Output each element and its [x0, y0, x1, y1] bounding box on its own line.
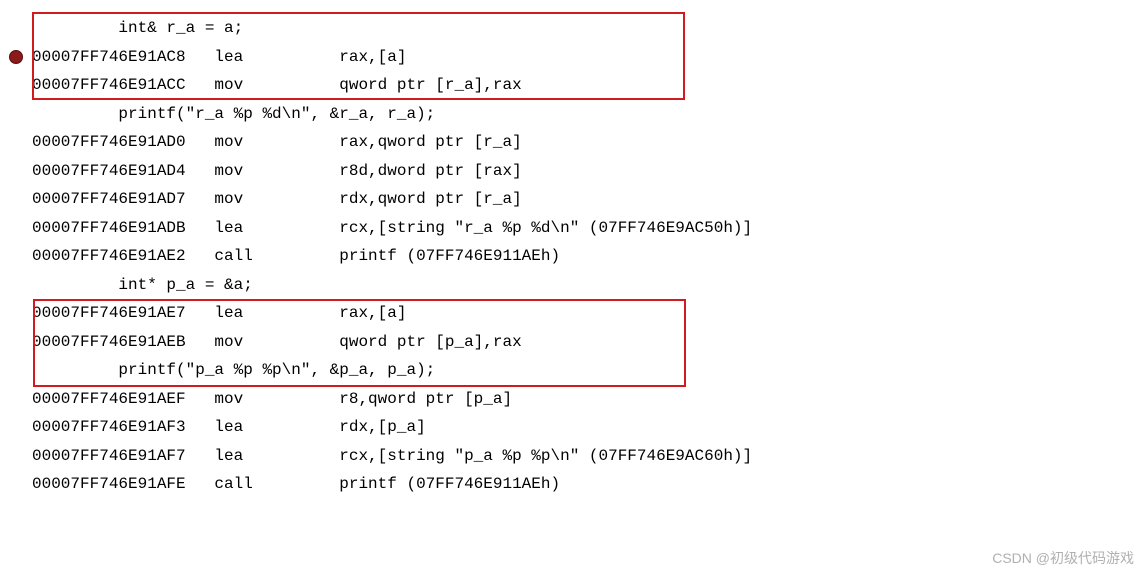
code-line: 00007FF746E91AE7 lea rax,[a] [0, 299, 1142, 328]
line-text: 00007FF746E91AF7 lea rcx,[string "p_a %p… [32, 447, 1142, 465]
line-text: printf("p_a %p %p\n", &p_a, p_a); [32, 361, 1142, 379]
code-line: 00007FF746E91AD7 mov rdx,qword ptr [r_a] [0, 185, 1142, 214]
line-text: 00007FF746E91AF3 lea rdx,[p_a] [32, 418, 1142, 436]
line-text: 00007FF746E91AEB mov qword ptr [p_a],rax [32, 333, 1142, 351]
code-line: 00007FF746E91AD4 mov r8d,dword ptr [rax] [0, 157, 1142, 186]
code-line: 00007FF746E91AF7 lea rcx,[string "p_a %p… [0, 442, 1142, 471]
code-line: printf("r_a %p %d\n", &r_a, r_a); [0, 100, 1142, 129]
code-line: int& r_a = a; [0, 14, 1142, 43]
code-line: 00007FF746E91AF3 lea rdx,[p_a] [0, 413, 1142, 442]
code-line: 00007FF746E91AEF mov r8,qword ptr [p_a] [0, 385, 1142, 414]
code-line: 00007FF746E91ADB lea rcx,[string "r_a %p… [0, 214, 1142, 243]
line-text: int& r_a = a; [32, 19, 1142, 37]
line-text: printf("r_a %p %d\n", &r_a, r_a); [32, 105, 1142, 123]
code-line: 00007FF746E91ACC mov qword ptr [r_a],rax [0, 71, 1142, 100]
gutter[interactable] [0, 50, 32, 64]
code-line: 00007FF746E91AFE call printf (07FF746E91… [0, 470, 1142, 499]
code-line [0, 0, 1142, 14]
line-text: 00007FF746E91ACC mov qword ptr [r_a],rax [32, 76, 1142, 94]
disassembly-view[interactable]: int& r_a = a; 00007FF746E91AC8 lea rax,[a… [0, 0, 1142, 499]
code-line: int* p_a = &a; [0, 271, 1142, 300]
code-line: printf("p_a %p %p\n", &p_a, p_a); [0, 356, 1142, 385]
code-line: 00007FF746E91AC8 lea rax,[a] [0, 43, 1142, 72]
line-text: 00007FF746E91AEF mov r8,qword ptr [p_a] [32, 390, 1142, 408]
line-text: 00007FF746E91AFE call printf (07FF746E91… [32, 475, 1142, 493]
code-line: 00007FF746E91AE2 call printf (07FF746E91… [0, 242, 1142, 271]
line-text: 00007FF746E91AE2 call printf (07FF746E91… [32, 247, 1142, 265]
code-line: 00007FF746E91AEB mov qword ptr [p_a],rax [0, 328, 1142, 357]
line-text: 00007FF746E91AD7 mov rdx,qword ptr [r_a] [32, 190, 1142, 208]
line-text: int* p_a = &a; [32, 276, 1142, 294]
line-text: 00007FF746E91AC8 lea rax,[a] [32, 48, 1142, 66]
code-line: 00007FF746E91AD0 mov rax,qword ptr [r_a] [0, 128, 1142, 157]
line-text: 00007FF746E91AE7 lea rax,[a] [32, 304, 1142, 322]
watermark: CSDN @初级代码游戏 [992, 548, 1134, 568]
line-text: 00007FF746E91AD4 mov r8d,dword ptr [rax] [32, 162, 1142, 180]
breakpoint-icon[interactable] [9, 50, 23, 64]
line-text: 00007FF746E91AD0 mov rax,qword ptr [r_a] [32, 133, 1142, 151]
line-text: 00007FF746E91ADB lea rcx,[string "r_a %p… [32, 219, 1142, 237]
